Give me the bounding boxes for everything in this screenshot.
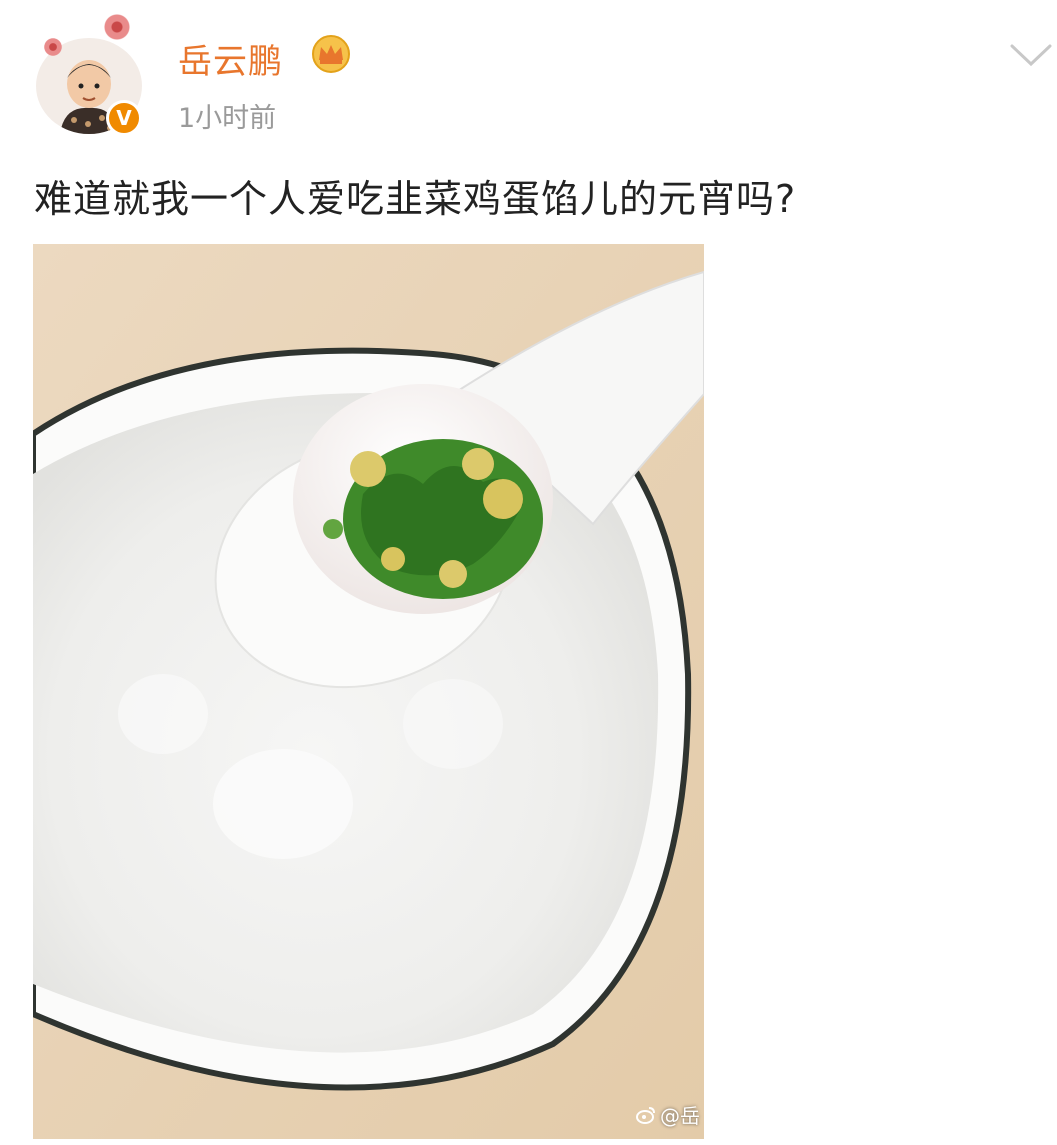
post-text: 难道就我一个人爱吃韭菜鸡蛋馅儿的元宵吗?: [34, 177, 797, 221]
photo-illustration: [33, 244, 704, 1139]
username[interactable]: 岳云鹏: [178, 34, 283, 83]
flower-decoration-icon: [43, 37, 63, 57]
weibo-watermark: @岳: [636, 1100, 700, 1129]
flower-decoration-icon: [104, 14, 130, 40]
verified-badge-icon: V: [106, 100, 142, 136]
post-timestamp: 1小时前: [178, 103, 277, 134]
weibo-logo-icon: [636, 1106, 655, 1124]
watermark-text: @岳: [660, 1104, 700, 1128]
post-photo[interactable]: @岳: [33, 244, 704, 1139]
crown-badge-icon: [312, 35, 350, 73]
chevron-down-icon[interactable]: [1008, 40, 1054, 70]
